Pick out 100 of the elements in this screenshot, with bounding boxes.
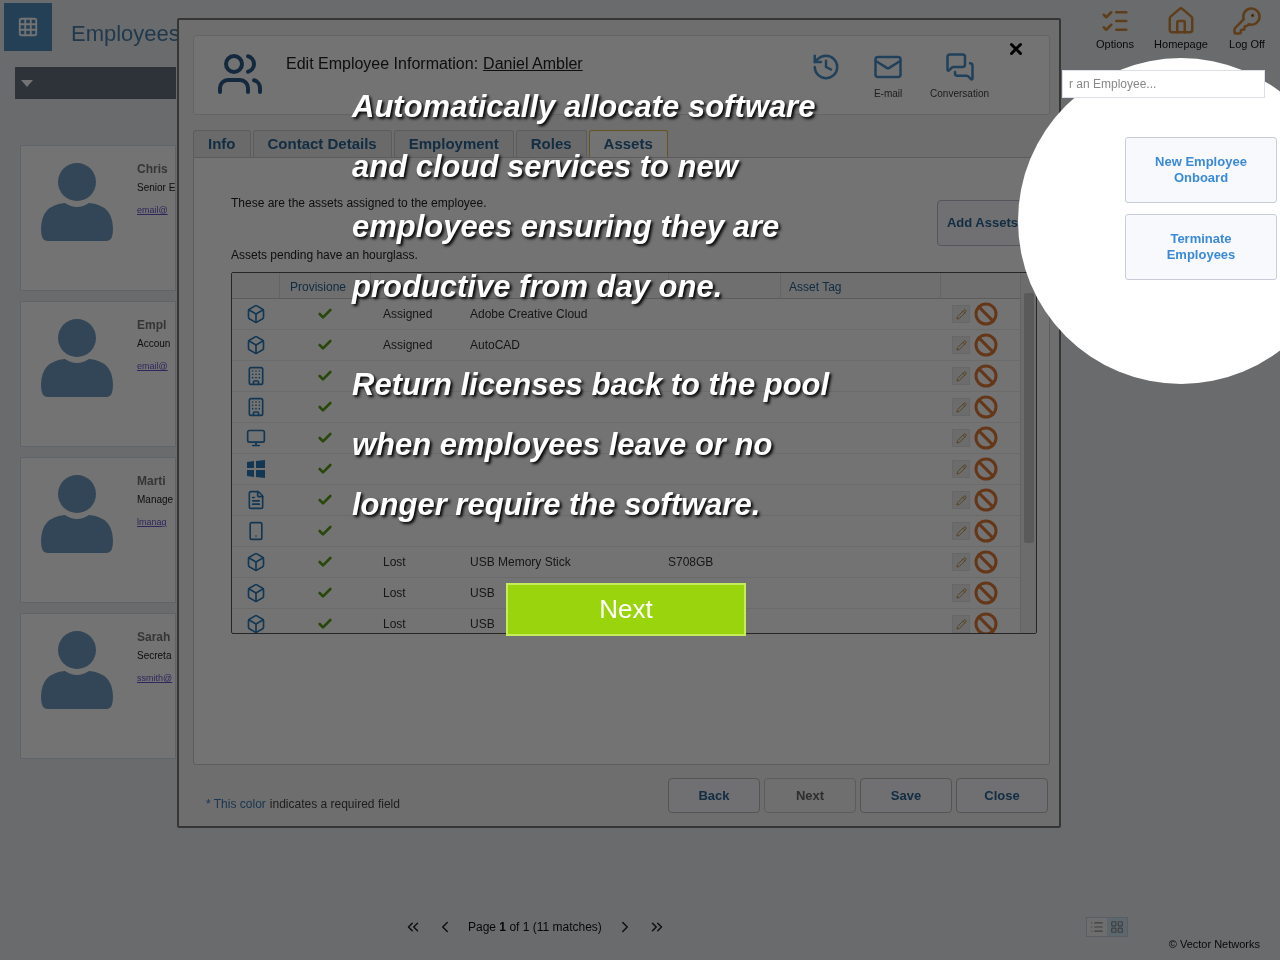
view-toggle[interactable]	[1106, 918, 1127, 936]
employee-name-link[interactable]: Daniel Ambler	[483, 52, 583, 76]
remove-icon[interactable]	[974, 550, 998, 574]
home-icon	[1166, 6, 1196, 36]
remove-icon[interactable]	[974, 457, 998, 481]
asset-name: AutoCAD	[470, 338, 521, 352]
remove-icon[interactable]	[974, 581, 998, 605]
phone-icon	[246, 521, 266, 541]
action-button[interactable]: Terminate Employees	[1125, 214, 1277, 280]
remove-icon[interactable]	[974, 364, 998, 388]
box-icon	[246, 335, 266, 355]
tutorial-line: employees ensuring they are	[352, 210, 780, 244]
column-header[interactable]: Asset Tag	[780, 273, 940, 298]
remove-icon[interactable]	[974, 333, 998, 357]
pencil-icon	[955, 618, 967, 630]
tutorial-line: when employees leave or no	[352, 428, 773, 462]
employee-card[interactable]: Sarah Secreta ssmith@	[20, 613, 176, 759]
edit-button[interactable]	[952, 584, 970, 602]
employee-card[interactable]: Empl Accoun email@	[20, 301, 176, 447]
pencil-icon	[955, 339, 967, 351]
four-squares-icon	[246, 459, 266, 479]
pencil-icon	[955, 401, 967, 413]
building-icon	[246, 366, 266, 386]
status-text: Assigned	[383, 307, 433, 321]
close-button[interactable]	[1007, 40, 1025, 58]
person-silhouette-icon	[41, 319, 113, 397]
edit-button[interactable]	[952, 460, 970, 478]
dialog-tab[interactable]: Info	[193, 130, 251, 157]
intro-text: These are the assets assigned to the employee.	[231, 195, 488, 212]
pencil-icon	[955, 494, 967, 506]
dialog-button[interactable]: Close	[956, 778, 1048, 813]
edit-button[interactable]	[952, 429, 970, 447]
status-text: Lost	[383, 586, 406, 600]
tutorial-line: productive from day one.	[352, 270, 723, 304]
view-toggle[interactable]	[1086, 918, 1107, 936]
pencil-icon	[955, 587, 967, 599]
toolbar-button[interactable]: Options	[1084, 6, 1146, 53]
edit-button[interactable]	[952, 491, 970, 509]
box-icon	[246, 304, 266, 324]
app-menu-button[interactable]	[4, 3, 52, 51]
employee-name: Sarah	[137, 629, 172, 646]
tutorial-next-button[interactable]: Next	[506, 583, 746, 636]
edit-button[interactable]	[952, 305, 970, 323]
employee-card[interactable]: Marti Manage lmanag	[20, 457, 176, 603]
asset-name: USB	[470, 586, 495, 600]
dialog-tab[interactable]: Contact Details	[252, 130, 392, 157]
employee-role: Senior E	[137, 181, 176, 195]
asset-name: Adobe Creative Cloud	[470, 307, 588, 321]
box-icon	[246, 552, 266, 572]
serial-number: S708GB	[668, 555, 714, 569]
tutorial-line: Automatically allocate software	[352, 90, 816, 124]
tool-button[interactable]: E-mail	[868, 52, 909, 101]
document-icon	[246, 490, 266, 510]
edit-button[interactable]	[952, 553, 970, 571]
asset-name: USB	[470, 617, 495, 631]
required-note: indicates a required field	[269, 796, 400, 813]
dialog-button[interactable]: Save	[860, 778, 952, 813]
remove-icon[interactable]	[974, 302, 998, 326]
employee-email-link[interactable]: ssmith@	[137, 672, 173, 686]
employee-role: Manage	[137, 493, 174, 507]
asset-name: USB Memory Stick	[470, 555, 571, 569]
person-silhouette-icon	[41, 475, 113, 553]
toolbar-button[interactable]: Homepage	[1150, 6, 1212, 53]
pencil-icon	[955, 556, 967, 568]
edit-button[interactable]	[952, 367, 970, 385]
box-icon	[246, 614, 266, 633]
dialog-button[interactable]: Back	[668, 778, 760, 813]
toolbar-button[interactable]: Log Off	[1216, 6, 1278, 53]
edit-button[interactable]	[952, 336, 970, 354]
pencil-icon	[955, 432, 967, 444]
remove-icon[interactable]	[974, 395, 998, 419]
copyright-text: © Vector Networks	[1168, 937, 1260, 952]
pending-note: Assets pending have an hourglass.	[231, 247, 419, 264]
list-view-icon	[1089, 920, 1104, 934]
edit-button[interactable]	[952, 522, 970, 540]
employee-email-link[interactable]: lmanag	[137, 516, 174, 530]
employee-role: Accoun	[137, 337, 171, 351]
tutorial-line: longer require the software.	[352, 488, 761, 522]
dialog-tab[interactable]: Assets	[588, 130, 668, 157]
remove-icon[interactable]	[974, 612, 998, 633]
employee-email-link[interactable]: email@	[137, 204, 176, 218]
employee-email-link[interactable]: email@	[137, 360, 171, 374]
action-button[interactable]: New Employee Onboard	[1125, 137, 1277, 203]
edit-button[interactable]	[952, 398, 970, 416]
pencil-icon	[955, 370, 967, 382]
employee-role: Secreta	[137, 649, 173, 663]
page-title: Employees	[71, 20, 180, 48]
remove-icon[interactable]	[974, 426, 998, 450]
required-color-sample: * This color	[206, 796, 266, 813]
key-icon	[1232, 6, 1262, 36]
tool-button[interactable]: Conversation	[930, 52, 989, 101]
remove-icon[interactable]	[974, 519, 998, 543]
chat-bubbles-icon	[944, 52, 975, 82]
pencil-icon	[955, 525, 967, 537]
status-text: Assigned	[383, 338, 433, 352]
search-field[interactable]: r an Employee...	[1062, 70, 1265, 98]
scrollbar[interactable]	[1020, 273, 1036, 633]
employee-card[interactable]: Chris Senior E email@	[20, 145, 176, 291]
edit-button[interactable]	[952, 615, 970, 633]
remove-icon[interactable]	[974, 488, 998, 512]
